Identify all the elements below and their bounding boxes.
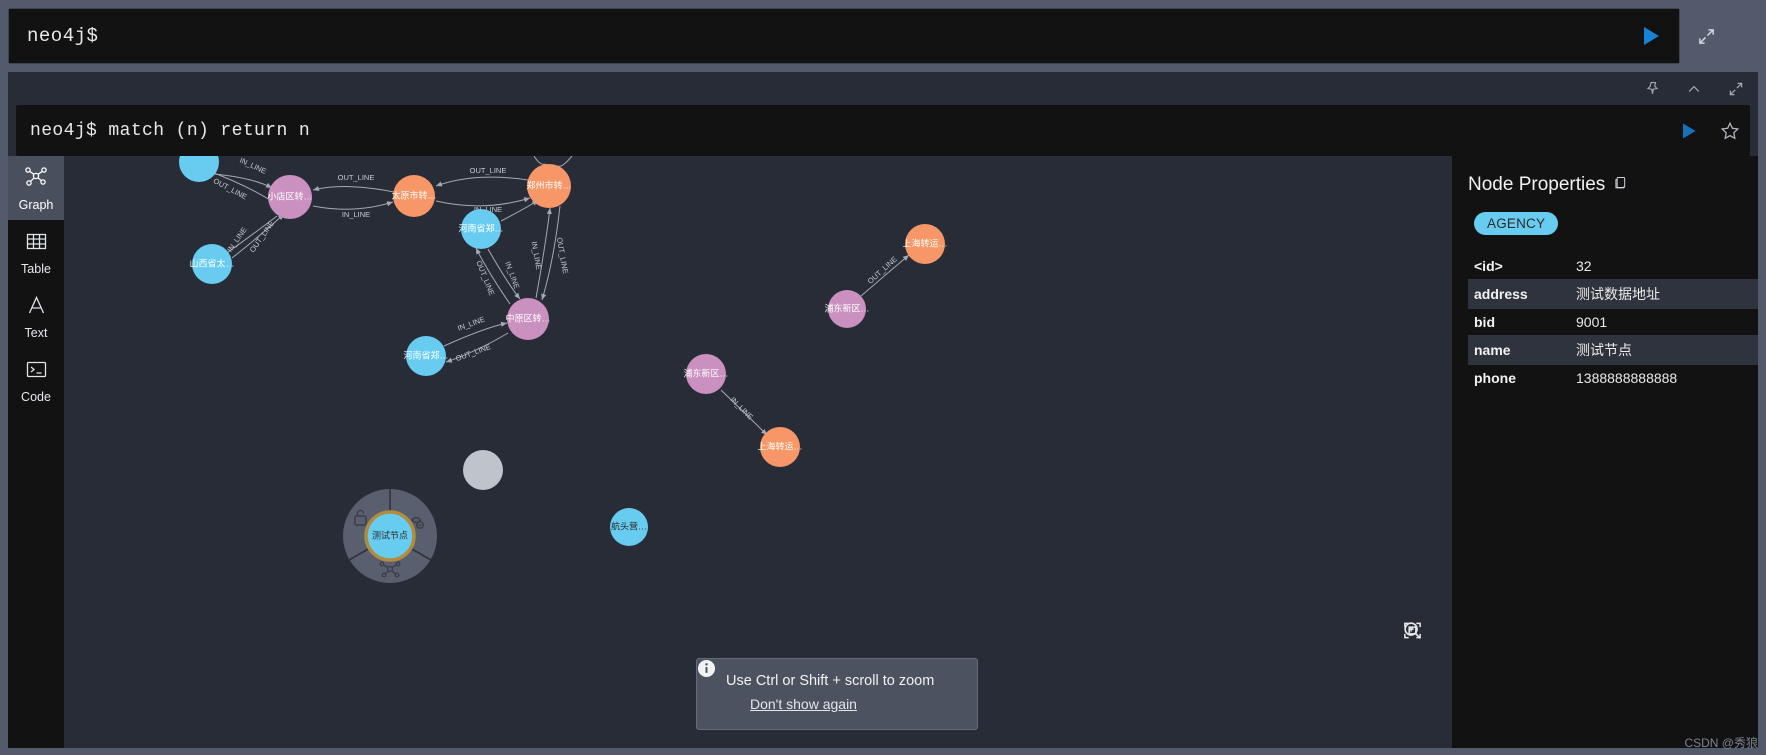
graph-canvas[interactable]: IN_LINE OUT_LINE IN_LINE OUT_LINE OUT_LI… bbox=[64, 156, 1452, 748]
relationship-label: IN_LINE bbox=[238, 156, 268, 176]
property-value: 测试数据地址 bbox=[1576, 286, 1660, 302]
graph-node[interactable]: 河南省郑… bbox=[403, 336, 449, 376]
table-row: address 测试数据地址 bbox=[1468, 279, 1758, 309]
editor-expand-button[interactable] bbox=[1680, 8, 1732, 64]
chevron-up-icon[interactable] bbox=[1684, 79, 1704, 99]
pin-icon[interactable] bbox=[1642, 79, 1662, 99]
zoom-controls bbox=[1402, 620, 1440, 736]
frame-run-button[interactable] bbox=[1678, 121, 1698, 141]
star-icon[interactable] bbox=[1720, 121, 1740, 141]
main-editor-bar: neo4j$ bbox=[0, 0, 1766, 72]
relationship-label: OUT_LINE bbox=[248, 219, 276, 254]
property-key: address bbox=[1474, 286, 1528, 302]
relationship-label: IN_LINE bbox=[456, 315, 486, 333]
frame-query-text: neo4j$ match (n) return n bbox=[30, 120, 311, 141]
table-row: phone 1388888888888 bbox=[1468, 365, 1758, 391]
relationship-label: OUT_LINE bbox=[338, 173, 375, 182]
relationship-label: IN_LINE bbox=[503, 260, 521, 290]
zoom-out-button[interactable] bbox=[1402, 622, 1440, 697]
relationship-label: OUT_LINE bbox=[555, 237, 570, 275]
graph-node[interactable] bbox=[463, 450, 503, 490]
relationship-label: IN_LINE bbox=[729, 395, 755, 421]
zoom-fit-button[interactable] bbox=[1402, 622, 1440, 736]
graph-node[interactable]: 上海转运… bbox=[757, 427, 803, 467]
property-value: 测试节点 bbox=[1576, 342, 1632, 358]
zoom-hint-message: Use Ctrl or Shift + scroll to zoom bbox=[726, 673, 935, 689]
graph-icon bbox=[23, 164, 49, 195]
sidebar-item-text-label: Text bbox=[24, 325, 48, 340]
sidebar-item-text[interactable]: Text bbox=[8, 284, 64, 348]
node-label-chip[interactable]: AGENCY bbox=[1474, 212, 1559, 235]
node-properties-panel: Node Properties AGENCY <id> 32 address 测… bbox=[1452, 156, 1758, 748]
property-key: <id> bbox=[1474, 258, 1503, 274]
graph-visualization[interactable]: IN_LINE OUT_LINE IN_LINE OUT_LINE OUT_LI… bbox=[64, 156, 1452, 716]
property-key: bid bbox=[1474, 314, 1495, 330]
node-properties-title: Node Properties bbox=[1468, 174, 1606, 195]
node-properties-table: <id> 32 address 测试数据地址 bid 9001 name 测试节… bbox=[1468, 253, 1758, 391]
graph-node[interactable]: 航头营… bbox=[610, 508, 648, 546]
property-key: phone bbox=[1474, 370, 1516, 386]
dont-show-again-link[interactable]: Don't show again bbox=[750, 696, 857, 712]
table-row: <id> 32 bbox=[1468, 253, 1758, 279]
main-prompt-text: neo4j$ bbox=[27, 25, 99, 47]
graph-nodes[interactable]: 山西省太… 小店区转… 太原市转… 郑州市转… 河南省郑… 中原区转… 河南省郑… bbox=[179, 156, 948, 546]
selected-graph-node[interactable] bbox=[364, 510, 416, 562]
table-row: bid 9001 bbox=[1468, 309, 1758, 335]
sidebar-item-graph-label: Graph bbox=[18, 198, 54, 212]
property-value: 9001 bbox=[1576, 314, 1608, 330]
graph-node[interactable]: 太原市转… bbox=[391, 175, 437, 217]
graph-node[interactable]: 浦东新区… bbox=[824, 290, 870, 328]
sidebar-item-table-label: Table bbox=[21, 261, 51, 276]
code-icon bbox=[24, 357, 49, 387]
property-value: 1388888888888 bbox=[1576, 370, 1678, 386]
frame-expand-icon[interactable] bbox=[1726, 79, 1746, 99]
frame-body: Graph Table Text Code IN_LINE OUT_LINE I… bbox=[8, 156, 1758, 748]
relationship-label: OUT_LINE bbox=[470, 166, 507, 175]
result-frame: neo4j$ match (n) return n Graph Table Te… bbox=[8, 72, 1758, 748]
table-icon bbox=[24, 229, 49, 259]
selected-node-context-menu[interactable]: 测试节点 bbox=[343, 489, 437, 583]
table-row: name 测试节点 bbox=[1468, 335, 1758, 365]
property-key: name bbox=[1474, 342, 1511, 358]
property-value: 32 bbox=[1576, 258, 1592, 274]
graph-node[interactable]: 浦东新区… bbox=[683, 354, 729, 394]
main-query-input[interactable]: neo4j$ bbox=[8, 8, 1680, 64]
graph-node[interactable]: 郑州市转… bbox=[526, 164, 572, 208]
graph-node[interactable]: 小店区转… bbox=[267, 175, 313, 219]
frame-editor-actions bbox=[1678, 121, 1740, 141]
sidebar-item-code-label: Code bbox=[21, 389, 51, 404]
sidebar-item-code[interactable]: Code bbox=[8, 348, 64, 412]
text-icon bbox=[24, 293, 49, 323]
neo4j-browser: neo4j$ neo4j$ match (n) return n Graph T… bbox=[0, 0, 1766, 755]
frame-titlebar bbox=[8, 72, 1758, 105]
sidebar-item-table[interactable]: Table bbox=[8, 220, 64, 284]
graph-node[interactable]: 中原区转… bbox=[505, 298, 551, 340]
relationship-label: OUT_LINE bbox=[454, 342, 492, 363]
run-query-button[interactable] bbox=[1637, 23, 1663, 49]
graph-node[interactable] bbox=[179, 156, 219, 182]
copy-icon[interactable] bbox=[1613, 174, 1628, 196]
zoom-hint-toast: Use Ctrl or Shift + scroll to zoom Don't… bbox=[696, 658, 978, 730]
relationship-label: IN_LINE bbox=[530, 241, 544, 270]
node-properties-header: Node Properties bbox=[1468, 174, 1758, 196]
view-sidebar: Graph Table Text Code bbox=[8, 156, 64, 748]
sidebar-item-graph[interactable]: Graph bbox=[8, 156, 64, 220]
relationship-label: OUT_LINE bbox=[866, 255, 899, 286]
frame-query-input[interactable]: neo4j$ match (n) return n bbox=[16, 105, 1750, 156]
graph-node[interactable]: 上海转运… bbox=[902, 224, 948, 264]
watermark: CSDN @秀狼 bbox=[1684, 736, 1758, 750]
relationship-label: IN_LINE bbox=[342, 210, 370, 219]
graph-node[interactable]: 河南省郑… bbox=[458, 209, 504, 249]
